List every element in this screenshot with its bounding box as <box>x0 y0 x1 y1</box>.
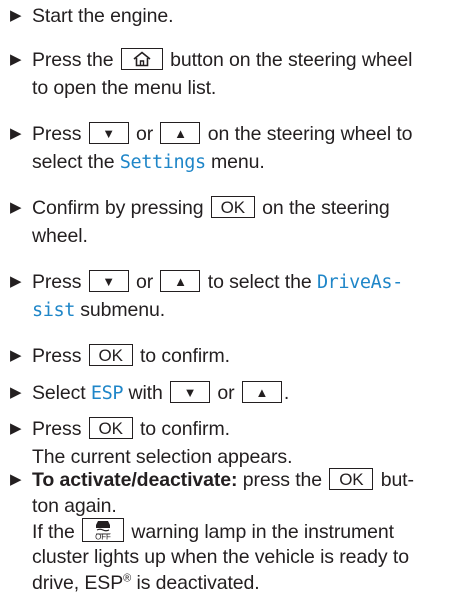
instruction-step: ▶Press OK to confirm. The current selecti… <box>10 415 456 471</box>
up-key-label: ▲ <box>174 126 187 141</box>
ok-key-label: OK <box>339 470 363 489</box>
instruction-line: Press the button on the steering wheel <box>10 46 456 74</box>
up-arrow-button-key: ▲ <box>160 122 200 144</box>
registered-mark: ® <box>123 572 131 584</box>
instruction-step: ▶Press ▼ or ▲ to select the DriveAs-sist… <box>10 268 456 324</box>
down-arrow-button-key: ▼ <box>89 122 129 144</box>
instruction-text: warning lamp in the instrument <box>126 521 394 543</box>
instruction-line: Start the engine. <box>10 2 456 30</box>
down-key-label: ▼ <box>102 274 115 289</box>
bullet-arrow-icon: ▶ <box>10 415 32 443</box>
down-arrow-button-key: ▼ <box>89 270 129 292</box>
instruction-line: If the OFF warning lamp in the instrumen… <box>10 520 456 546</box>
instruction-line: Press OK to confirm. <box>10 415 456 443</box>
instruction-text: Press <box>32 123 87 145</box>
instruction-line: select the Settings menu. <box>10 148 456 176</box>
instruction-text: to open the menu list. <box>32 77 216 99</box>
instruction-line: Select ESP with ▼ or ▲. <box>10 379 456 407</box>
instruction-text: on the steering wheel to <box>202 123 412 145</box>
instruction-line: Press ▼ or ▲ on the steering wheel to <box>10 120 456 148</box>
menu-name-highlight: Settings <box>120 152 206 173</box>
instruction-step: ▶Confirm by pressing OK on the steering w… <box>10 194 456 250</box>
instruction-text: Select <box>32 382 91 404</box>
instruction-text: The current selection appears. <box>32 446 292 468</box>
instruction-step: ▶Press OK to confirm. <box>10 342 456 370</box>
instruction-text: Press <box>32 271 87 293</box>
instruction-step: ▶Select ESP with ▼ or ▲. <box>10 379 456 407</box>
bullet-arrow-icon: ▶ <box>10 466 32 494</box>
instruction-text: to select the <box>202 271 316 293</box>
instruction-text: or <box>131 123 159 145</box>
instruction-text: select the <box>32 151 120 173</box>
ok-button-key: OK <box>89 344 133 366</box>
instruction-text: to confirm. <box>135 418 230 440</box>
bullet-arrow-icon: ▶ <box>10 194 32 222</box>
instruction-text: button on the steering wheel <box>165 49 413 71</box>
instruction-text: Confirm by pressing <box>32 197 209 219</box>
up-key-label: ▲ <box>174 274 187 289</box>
instruction-text: If the <box>32 521 80 543</box>
ok-button-key: OK <box>329 468 373 490</box>
esp-off-warning-lamp-icon: OFF <box>82 518 124 542</box>
menu-name-highlight: sist <box>32 300 75 321</box>
instruction-text: Press the <box>32 49 119 71</box>
instruction-line: Confirm by pressing OK on the steering <box>10 194 456 222</box>
instruction-step: ▶To activate/deactivate: press the OK bu… <box>10 466 456 596</box>
instruction-line: drive, ESP® is deactivated. <box>10 571 456 596</box>
instruction-text: submenu. <box>75 299 165 321</box>
up-arrow-button-key: ▲ <box>160 270 200 292</box>
instruction-text: Start the engine. <box>32 5 173 27</box>
bullet-arrow-icon: ▶ <box>10 268 32 296</box>
instruction-text: or <box>131 271 159 293</box>
instruction-text: drive, ESP <box>32 572 123 594</box>
instruction-text: wheel. <box>32 225 88 247</box>
instruction-line: Press ▼ or ▲ to select the DriveAs- <box>10 268 456 296</box>
instruction-text: with <box>123 382 168 404</box>
ok-button-key: OK <box>89 417 133 439</box>
instruction-text: . <box>284 382 289 404</box>
instruction-text: cluster lights up when the vehicle is re… <box>32 546 409 568</box>
bullet-arrow-icon: ▶ <box>10 120 32 148</box>
up-key-label: ▲ <box>255 385 268 400</box>
instruction-text: Press <box>32 418 87 440</box>
ok-key-label: OK <box>221 198 245 217</box>
instruction-text: ton again. <box>32 495 117 517</box>
instruction-line: Press OK to confirm. <box>10 342 456 370</box>
up-arrow-button-key: ▲ <box>242 381 282 403</box>
instruction-text: or <box>212 382 240 404</box>
instruction-text: menu. <box>206 151 265 173</box>
bullet-arrow-icon: ▶ <box>10 342 32 370</box>
instruction-text: on the steering <box>257 197 390 219</box>
ok-key-label: OK <box>98 419 122 438</box>
bullet-arrow-icon: ▶ <box>10 2 32 30</box>
menu-name-highlight: DriveAs- <box>317 272 403 293</box>
instruction-step: ▶Press ▼ or ▲ on the steering wheel tose… <box>10 120 456 176</box>
menu-name-highlight: ESP <box>91 383 123 404</box>
instruction-step: ▶Press the button on the steering wheel t… <box>10 46 456 102</box>
down-key-label: ▼ <box>184 385 197 400</box>
bullet-arrow-icon: ▶ <box>10 46 32 74</box>
instruction-text: press the <box>237 469 327 491</box>
down-key-label: ▼ <box>102 126 115 141</box>
instruction-line: sist submenu. <box>10 296 456 324</box>
instruction-line: cluster lights up when the vehicle is re… <box>10 545 456 571</box>
instruction-text: is deactivated. <box>131 572 259 594</box>
instruction-line: To activate/deactivate: press the OK but… <box>10 466 456 494</box>
ok-key-label: OK <box>98 346 122 365</box>
step-heading: To activate/deactivate: <box>32 469 237 491</box>
home-button-icon <box>121 48 163 70</box>
instruction-line: wheel. <box>10 222 456 250</box>
instruction-step: ▶Start the engine. <box>10 2 456 30</box>
instruction-text: but- <box>375 469 414 491</box>
instruction-line: to open the menu list. <box>10 74 456 102</box>
bullet-arrow-icon: ▶ <box>10 379 32 407</box>
ok-button-key: OK <box>211 196 255 218</box>
instruction-text: Press <box>32 345 87 367</box>
instruction-text: to confirm. <box>135 345 230 367</box>
down-arrow-button-key: ▼ <box>170 381 210 403</box>
